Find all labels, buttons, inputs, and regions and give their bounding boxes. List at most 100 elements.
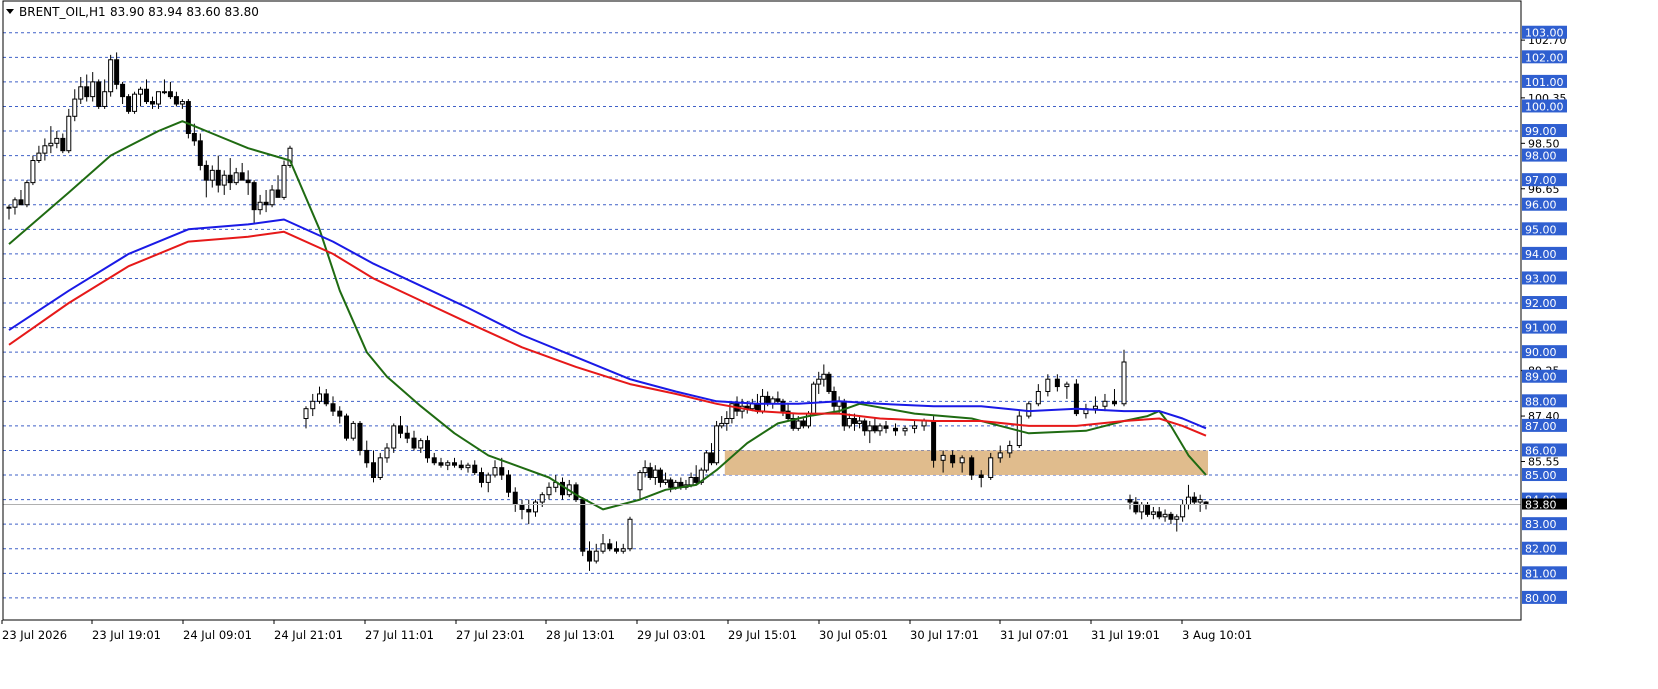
candle-body [1162,513,1168,518]
candle-body [1127,499,1133,503]
chart-area: 102.70100.3598.5096.6589.2587.4085.55103… [0,0,1658,684]
candle-body [114,59,120,85]
candle-body [167,91,173,98]
candle-body [931,420,937,461]
candle-body [227,174,233,184]
candle-body [96,81,102,107]
candle-body [48,142,54,147]
time-axis: 23 Jul 2026 23 Jul 19:01 24 Jul 09:01 24 Ju… [1,620,1252,642]
candle-body [533,501,538,513]
candle-body [988,457,994,478]
candle-body [257,201,263,211]
y-grid-label: 103.00 [1525,27,1564,40]
candle-body [458,464,464,469]
candle-body [6,206,12,209]
y-grid-label: 102.00 [1525,51,1564,64]
candle-body [191,132,197,142]
candle-body [263,201,269,206]
x-tick-label: 28 Jul 13:01 [546,628,615,642]
candle-body [620,548,626,552]
y-grid-label: 92.00 [1525,297,1557,310]
candle-body [573,484,579,501]
candle-body [688,476,694,486]
y-grid-label: 86.00 [1525,444,1557,457]
y-grid-label: 101.00 [1525,76,1564,89]
candle-body [647,467,653,478]
candle-body [1156,511,1162,518]
candle-body [719,422,725,427]
candle-body [384,447,390,459]
candle-body [185,101,191,134]
candle-body [344,415,349,439]
ohlc-label: 83.90 83.94 83.60 83.80 [110,5,259,19]
y-grid-label: 85.00 [1525,469,1557,482]
candle-body [714,425,720,464]
candle-body [1035,390,1041,405]
candle-body [391,425,397,449]
y-grid-label: 87.00 [1525,420,1557,433]
y-grid-label: 90.00 [1525,346,1557,359]
dropdown-triangle-icon[interactable] [6,9,14,14]
candle-body [780,400,786,412]
x-tick-label: 27 Jul 23:01 [456,628,525,642]
candle-body [775,398,781,402]
candle-body [940,454,946,461]
y-grid-label: 99.00 [1525,125,1557,138]
candle-body [108,59,114,93]
candle-body [323,393,329,405]
candle-body [506,474,511,493]
candle-body [877,425,883,432]
candle-body [546,486,552,496]
candle-body [1168,513,1174,520]
candle-body [499,467,505,476]
candle-body [627,518,633,550]
candle-body [120,83,126,98]
moving-average-line [8,218,1207,430]
candle-body [303,408,309,420]
x-tick-label: 29 Jul 15:01 [728,628,797,642]
candle-body [867,425,873,432]
candle-body [1174,516,1180,520]
candle-body [350,422,356,439]
candle-body [912,425,918,429]
y-grid-label: 98.00 [1525,150,1557,163]
y-tick-label: 98.50 [1528,137,1560,150]
candle-body [132,93,138,112]
candle-body [12,199,18,208]
candle-body [607,543,613,550]
candle-body [811,383,817,415]
candle-body [724,418,730,424]
chart-frame [2,0,1522,621]
symbol-label: BRENT_OIL,H1 [19,5,106,19]
candle-body [438,462,444,466]
candle-body [209,169,215,181]
candle-body [452,462,457,466]
candle-body [1185,496,1191,506]
candle-body [831,390,837,407]
candle-body [703,452,709,471]
candle-body [893,427,899,432]
candle-body [580,499,586,552]
candle-body [269,189,275,206]
candle-body [526,508,532,513]
candle-body [492,467,498,476]
x-tick-label: 23 Jul 19:01 [92,628,161,642]
y-grid-label: 89.00 [1525,371,1557,384]
candle-body [800,420,806,427]
candle-body [997,452,1003,459]
candle-body [673,481,679,488]
candle-body [197,140,203,166]
candle-body [969,457,975,476]
candle-body [857,420,863,424]
chart-svg: 102.70100.3598.5096.6589.2587.4085.55103… [1,0,1567,642]
current-price-label: 83.80 [1525,499,1557,512]
candle-body [862,420,868,432]
candle-body [587,550,592,562]
candle-body [1102,400,1108,407]
candle-body [418,440,424,449]
candle-body [1092,405,1098,410]
candle-body [233,172,239,184]
candle-body [693,476,699,483]
candle-body [78,86,84,100]
candle-body [60,137,66,152]
